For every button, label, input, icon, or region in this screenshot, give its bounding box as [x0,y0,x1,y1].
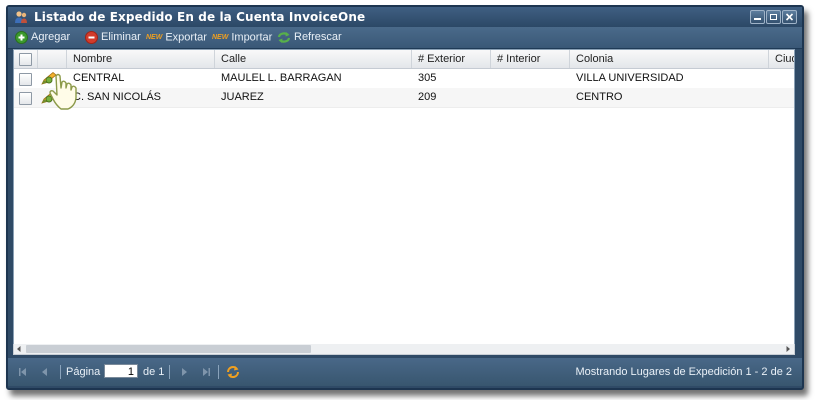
users-icon [15,11,27,23]
pager-separator [169,365,170,379]
page-number-input[interactable]: 1 [104,364,138,378]
minimize-button[interactable] [750,10,765,24]
column-header-interior[interactable]: # Interior [491,50,570,68]
import-label: Importar [231,31,273,44]
header-select-cell [14,50,38,68]
cell-interior [491,69,570,88]
refresh-label: Refrescar [294,31,342,43]
grid-header: Nombre Calle # Exterior # Interior Colon… [14,50,794,69]
row-checkbox[interactable] [19,92,32,105]
cell-exterior: 209 [418,91,437,103]
import-button[interactable]: NEW Importar [212,30,272,45]
maximize-button[interactable] [766,10,781,24]
close-button[interactable] [782,10,797,24]
page-total-label: de 1 [143,366,165,378]
refresh-icon[interactable] [226,365,240,379]
cell-colonia: CENTRO [576,91,623,103]
cell-nombre: C. SAN NICOLÁS [73,91,162,103]
scroll-left-arrow-icon[interactable] [15,345,23,353]
cell-calle: MAULEL L. BARRAGAN [221,72,342,84]
toolbar: Agregar Eliminar NEW Exportar NEW Importar… [8,27,802,49]
scrollbar-thumb[interactable] [26,345,311,353]
refresh-button[interactable]: Refrescar [277,30,342,45]
select-all-checkbox[interactable] [19,53,32,66]
column-header-ciudad[interactable]: Ciud [769,50,794,68]
new-badge-icon: NEW [146,34,163,41]
cell-exterior: 305 [418,72,437,84]
delete-label: Eliminar [101,31,141,43]
export-button[interactable]: NEW Exportar [146,30,207,45]
export-label: Exportar [165,31,207,44]
table-row[interactable]: C. SAN NICOLÁS JUAREZ 209 CENTRO [14,88,794,108]
cell-interior [491,88,570,107]
scroll-right-arrow-icon[interactable] [784,345,792,353]
cell-colonia: VILLA UNIVERSIDAD [576,72,684,84]
add-button[interactable]: Agregar [15,30,70,45]
page-label: Página [66,366,101,378]
add-label: Agregar [31,31,71,43]
column-header-exterior[interactable]: # Exterior [412,50,491,68]
table-row[interactable]: CENTRAL MAULEL L. BARRAGAN 305 VILLA UNI… [14,69,794,89]
new-badge-icon: NEW [212,34,229,41]
close-icon [785,13,794,21]
paging-status: Mostrando Lugares de Expedición 1 - 2 de… [575,366,792,378]
add-icon [15,30,28,44]
first-page-icon[interactable] [18,367,28,377]
last-page-icon[interactable] [201,367,211,377]
hand-cursor-icon [49,73,77,110]
paging-toolbar: Página 1 de 1 Mostrando Lugares de Exped… [8,358,802,386]
header-edit-cell [38,50,67,68]
column-header-colonia[interactable]: Colonia [570,50,769,68]
listado-window: Listado de Expedido En de la Cuenta Invo… [6,5,804,390]
expedition-grid: Nombre Calle # Exterior # Interior Colon… [13,49,795,346]
column-header-calle[interactable]: Calle [215,50,412,68]
page-number-value: 1 [127,366,134,378]
delete-icon [85,30,98,44]
cell-calle: JUAREZ [221,91,264,103]
cell-nombre: CENTRAL [73,72,125,84]
pager-separator [218,365,219,379]
window-title: Listado de Expedido En de la Cuenta Invo… [34,10,366,24]
title-bar: Listado de Expedido En de la Cuenta Invo… [8,7,802,27]
previous-page-icon[interactable] [40,367,50,377]
horizontal-scrollbar[interactable] [13,344,795,355]
next-page-icon[interactable] [179,367,189,377]
row-checkbox[interactable] [19,73,32,86]
delete-button[interactable]: Eliminar [85,30,141,45]
column-header-nombre[interactable]: Nombre [67,50,215,68]
refresh-icon [277,31,291,43]
pager-separator [60,365,61,379]
